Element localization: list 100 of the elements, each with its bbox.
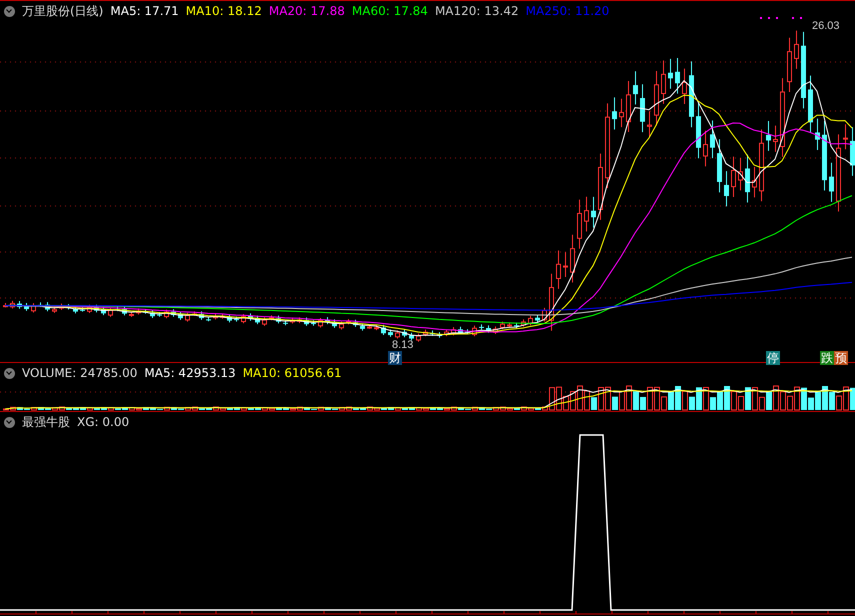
candlestick (640, 84, 645, 133)
candlestick (164, 309, 169, 319)
candlestick (703, 130, 708, 167)
candlestick (682, 68, 687, 105)
candlestick (101, 306, 106, 316)
candlestick (738, 157, 743, 191)
ma-value: MA120: 13.42 (434, 4, 519, 18)
candlestick (311, 320, 316, 326)
candlestick (73, 306, 78, 314)
candlestick (521, 318, 526, 328)
candlestick (458, 326, 463, 336)
candlestick (528, 315, 533, 326)
candlestick (17, 300, 22, 310)
candlestick (479, 324, 484, 330)
candlestick (542, 307, 547, 322)
candlestick (248, 312, 253, 322)
candlestick (444, 328, 449, 337)
event-marker[interactable]: 停 (766, 351, 780, 365)
candlestick (171, 308, 176, 318)
ma-value: MA20: 17.88 (268, 4, 345, 18)
candlestick (500, 321, 505, 330)
ma-value: MA10: 18.12 (186, 4, 262, 18)
candlestick (584, 196, 589, 232)
candlestick (794, 30, 799, 70)
candlestick (696, 102, 701, 159)
candlestick (430, 330, 435, 336)
candlestick (136, 308, 141, 316)
candlestick (668, 58, 673, 90)
ma-value: MA60: 17.84 (352, 4, 428, 18)
candlestick (227, 314, 232, 323)
candlestick (297, 316, 302, 324)
candlestick (388, 329, 393, 338)
candlestick (647, 110, 652, 138)
candlestick (612, 96, 617, 130)
candlestick (570, 234, 575, 283)
candlestick (94, 304, 99, 313)
candlestick (234, 316, 239, 322)
candlestick (773, 125, 778, 152)
volume-title: VOLUME: 24785.00 (22, 366, 138, 380)
candlestick (3, 302, 8, 308)
candlestick (787, 37, 792, 92)
candlestick (689, 60, 694, 128)
candlestick (269, 314, 274, 321)
candlestick (353, 319, 358, 328)
candlestick (752, 166, 757, 198)
candlestick (745, 154, 750, 204)
candlestick (437, 332, 442, 338)
candlestick (556, 250, 561, 290)
candlestick (255, 315, 260, 325)
candlestick (108, 307, 113, 318)
candlestick (38, 302, 43, 308)
candlestick (486, 324, 491, 334)
candlestick (206, 316, 211, 322)
candlestick (45, 302, 50, 312)
candlestick (122, 306, 127, 316)
indicator-title: 最强牛股 (22, 414, 70, 430)
candlestick (360, 322, 365, 332)
candlestick (710, 120, 715, 159)
candlestick (423, 329, 428, 337)
low-price-label: 8.13 (392, 339, 414, 351)
candlestick (374, 324, 379, 331)
event-marker[interactable]: 预 (834, 351, 848, 365)
high-price-label: 26.03 (812, 20, 840, 32)
chevron-down-icon[interactable] (4, 368, 15, 379)
candlestick (290, 317, 295, 324)
candlestick (367, 324, 372, 330)
candlestick (843, 124, 848, 150)
candlestick (815, 118, 820, 151)
candlestick (199, 310, 204, 320)
candlestick (339, 321, 344, 330)
chevron-down-icon[interactable] (4, 6, 15, 16)
candlestick (157, 312, 162, 318)
candlestick (318, 318, 323, 328)
candlestick (654, 70, 659, 126)
candlestick (598, 153, 603, 220)
event-marker[interactable]: 跌 (820, 351, 834, 365)
candlestick (31, 302, 36, 313)
candlestick (262, 316, 267, 326)
candlestick (325, 316, 330, 325)
candlestick (626, 80, 631, 133)
candlestick (129, 311, 134, 318)
candlestick (185, 312, 190, 322)
candlestick (808, 75, 813, 134)
candlestick (465, 328, 470, 336)
candlestick (493, 326, 498, 335)
ma-value: MA5: 42953.13 (144, 366, 236, 380)
candlestick (381, 324, 386, 336)
candlestick (563, 252, 568, 278)
candlestick (409, 332, 414, 341)
candlestick (143, 308, 148, 314)
candlestick (213, 312, 218, 320)
event-marker[interactable]: 财 (388, 351, 402, 365)
candlestick (535, 314, 540, 323)
candlestick (59, 303, 64, 310)
candlestick (675, 57, 680, 94)
candlestick (276, 315, 281, 324)
candlestick (52, 306, 57, 314)
chevron-down-icon[interactable] (4, 416, 15, 428)
ma-value: MA10: 61056.61 (242, 366, 342, 380)
candlestick (577, 199, 582, 250)
